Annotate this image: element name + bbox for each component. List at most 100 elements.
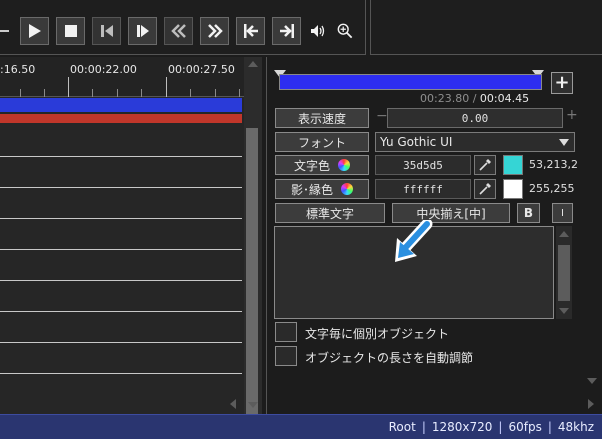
zoom-in-icon xyxy=(337,23,353,39)
ta-scroll-down-arrow[interactable] xyxy=(559,308,569,314)
text-color-button[interactable]: 文字色 xyxy=(275,155,369,175)
skip-end-icon xyxy=(279,24,294,38)
scroll-down-arrow[interactable] xyxy=(248,402,258,408)
volume-button[interactable] xyxy=(310,22,326,40)
skip-start-icon xyxy=(243,24,258,38)
individual-object-checkbox[interactable] xyxy=(275,322,297,342)
auto-length-checkbox[interactable] xyxy=(275,346,297,366)
text-color-picker[interactable] xyxy=(474,155,496,175)
display-speed-label: 表示速度 xyxy=(297,111,346,126)
minor-tick xyxy=(190,89,191,97)
play-icon xyxy=(28,24,41,38)
text-style-label: 標準文字 xyxy=(305,206,354,221)
minor-tick xyxy=(92,89,93,97)
speed-plus[interactable]: + xyxy=(566,107,578,123)
timeline-ruler[interactable]: :16.50 00:00:22.00 00:00:27.50 xyxy=(0,57,244,97)
fast-forward-button[interactable] xyxy=(200,17,229,45)
speed-minus[interactable]: − xyxy=(376,108,388,124)
text-color-label: 文字色 xyxy=(293,158,330,173)
triangle-left-icon xyxy=(230,399,236,409)
volume-icon xyxy=(311,25,325,37)
add-button[interactable]: + xyxy=(551,72,573,94)
timeline-object-red[interactable] xyxy=(0,114,242,123)
stop-button[interactable] xyxy=(56,17,85,45)
shadow-color-label: 影･縁色 xyxy=(290,182,333,197)
time-readout: 00:23.80 / 00:04.45 xyxy=(420,92,529,105)
rewind-button[interactable] xyxy=(164,17,193,45)
scroll-left-arrow[interactable] xyxy=(228,395,238,409)
bold-label: B xyxy=(523,206,534,220)
eyedropper-icon xyxy=(479,183,491,195)
timeline-object-blue[interactable] xyxy=(0,98,242,112)
display-speed-value: 0.00 xyxy=(461,111,489,125)
minor-tick xyxy=(141,89,142,97)
timeline-vscroll-thumb[interactable] xyxy=(246,128,258,439)
zoom-button[interactable] xyxy=(337,22,353,40)
font-select[interactable]: Yu Gothic UI xyxy=(375,132,575,152)
text-style-button[interactable]: 標準文字 xyxy=(275,203,385,223)
scroll-up-arrow[interactable] xyxy=(248,61,258,67)
status-sample-rate: 48khz xyxy=(557,420,594,434)
track-divider xyxy=(0,280,242,281)
toolbar-right-panel xyxy=(370,0,602,55)
tick-label-1: :16.50 xyxy=(0,63,36,76)
chevron-down-icon xyxy=(559,139,569,146)
playback-toolbar xyxy=(0,0,366,55)
status-resolution: 1280x720 xyxy=(431,420,493,434)
timeline-panel: :16.50 00:00:22.00 00:00:27.50 xyxy=(0,57,262,414)
track-divider xyxy=(0,156,242,157)
play-button[interactable] xyxy=(20,17,49,45)
bold-button[interactable]: B xyxy=(517,203,540,223)
minor-tick xyxy=(117,89,118,97)
next-frame-button[interactable] xyxy=(128,17,157,45)
track-divider xyxy=(0,311,242,312)
step-forward-icon xyxy=(136,25,149,37)
font-button[interactable]: フォント xyxy=(275,132,369,152)
pointer-arrow-icon xyxy=(393,218,433,264)
stop-icon xyxy=(64,25,77,37)
font-value: Yu Gothic UI xyxy=(380,135,453,149)
text-color-swatch xyxy=(503,155,523,175)
status-bar: Root | 1280x720 | 60fps | 48khz xyxy=(0,414,602,439)
time-total: 00:04.45 xyxy=(479,92,530,105)
step-back-icon xyxy=(100,25,113,37)
italic-label: I xyxy=(561,207,564,219)
double-right-icon xyxy=(207,24,223,38)
status-fps: 60fps xyxy=(508,420,542,434)
individual-object-label: 文字毎に個別オブジェクト xyxy=(305,327,450,341)
props-scroll-down-arrow[interactable] xyxy=(587,378,597,384)
italic-button[interactable]: I xyxy=(552,203,573,223)
color-wheel-icon xyxy=(341,183,353,195)
tick-label-2: 00:00:22.00 xyxy=(70,63,137,76)
prev-frame-button[interactable] xyxy=(92,17,121,45)
status-text: Root | 1280x720 | 60fps | 48khz xyxy=(388,420,594,434)
props-scroll-right-arrow[interactable] xyxy=(588,399,594,409)
go-end-button[interactable] xyxy=(272,17,301,45)
text-area-scroll-thumb[interactable] xyxy=(558,245,570,301)
track-divider xyxy=(0,249,242,250)
minor-tick xyxy=(239,89,240,97)
shadow-color-swatch xyxy=(503,179,523,199)
plus-label: + xyxy=(554,72,570,93)
toolbar-edge-mark xyxy=(0,30,9,32)
minor-tick xyxy=(20,89,21,97)
shadow-color-button[interactable]: 影･縁色 xyxy=(275,179,369,199)
object-range-bar[interactable] xyxy=(279,74,542,90)
track-divider xyxy=(0,218,242,219)
track-divider xyxy=(0,342,242,343)
tick-label-3: 00:00:27.50 xyxy=(168,63,235,76)
eyedropper-icon xyxy=(479,159,491,171)
text-color-value: 35d5d5 xyxy=(403,158,443,172)
app-window: :16.50 00:00:22.00 00:00:27.50 + 00:23.8… xyxy=(0,0,602,439)
shadow-color-field[interactable]: ffffff xyxy=(375,179,471,199)
go-start-button[interactable] xyxy=(236,17,265,45)
font-label: フォント xyxy=(297,135,346,150)
display-speed-field[interactable]: 0.00 xyxy=(387,108,563,128)
time-current: 00:23.80 xyxy=(420,92,470,105)
display-speed-button[interactable]: 表示速度 xyxy=(275,108,369,128)
auto-length-label: オブジェクトの長さを自動調節 xyxy=(305,351,474,365)
color-wheel-icon xyxy=(338,159,350,171)
ta-scroll-up-arrow[interactable] xyxy=(559,231,569,237)
text-color-field[interactable]: 35d5d5 xyxy=(375,155,471,175)
shadow-color-picker[interactable] xyxy=(474,179,496,199)
